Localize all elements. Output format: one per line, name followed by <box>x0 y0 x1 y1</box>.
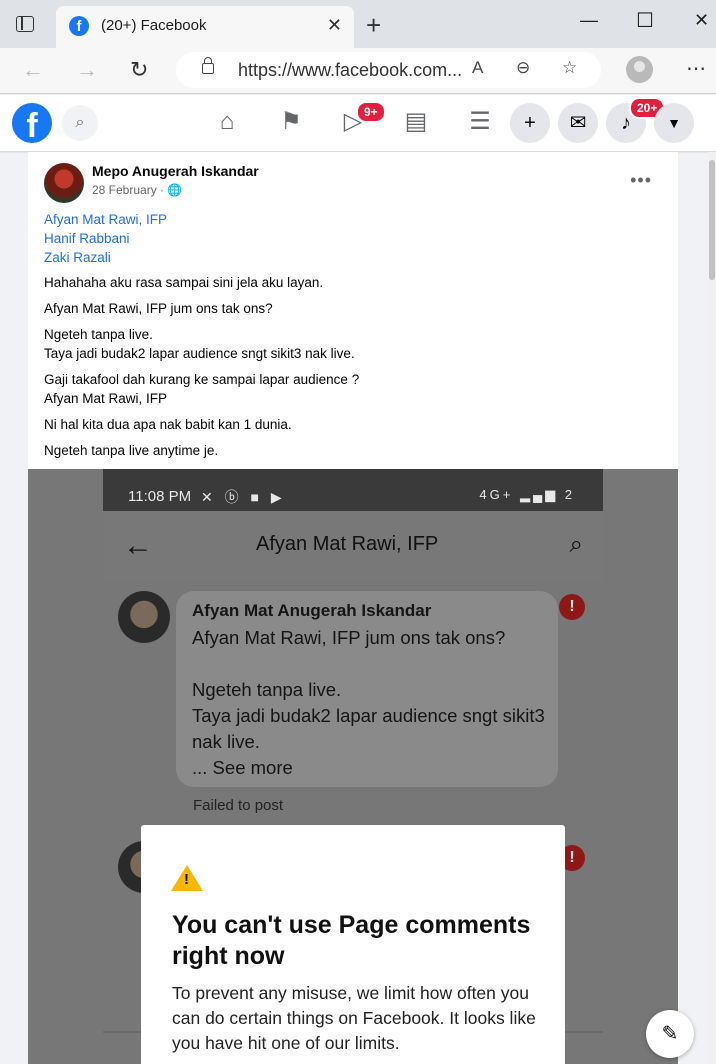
back-icon[interactable]: ← <box>22 57 44 83</box>
browser-tab[interactable]: f (20+) Facebook ✕ <box>56 6 354 48</box>
scrollbar-thumb[interactable] <box>709 160 715 280</box>
marketplace-icon[interactable]: ▤ <box>401 107 431 137</box>
profile-avatar[interactable] <box>626 56 653 83</box>
maximize-button[interactable]: ☐ <box>636 8 654 33</box>
comment-author: Afyan Mat Anugerah Iskandar <box>192 601 432 620</box>
sidebar-toggle-icon[interactable] <box>16 16 34 32</box>
zoom-out-icon[interactable]: ⊖ <box>516 58 530 78</box>
scrollbar[interactable] <box>708 152 716 1064</box>
compose-message-icon[interactable]: ✎ <box>646 1010 694 1058</box>
dialog-body: To prevent any misuse, we limit how ofte… <box>172 983 536 1053</box>
forward-icon[interactable]: → <box>76 57 98 83</box>
address-bar[interactable]: https://www.facebook.com... A ⊖ ☆ <box>176 52 601 88</box>
browser-menu-icon[interactable]: ⋯ <box>686 56 707 81</box>
post-more-icon[interactable]: ••• <box>630 170 652 191</box>
limit-dialog: You can't use Page comments right now To… <box>141 825 565 1064</box>
watch-icon[interactable]: ▷ 9+ <box>338 101 386 137</box>
tagged-link[interactable]: Zaki Razali <box>44 248 167 267</box>
post-paragraph: Ni hal kita dua apa nak babit kan 1 duni… <box>44 417 292 432</box>
post-paragraph: Ngeteh tanpa live anytime je. <box>44 443 219 458</box>
browser-toolbar: ← → ↻ https://www.facebook.com... A ⊖ ☆ … <box>0 48 716 94</box>
minimize-button[interactable]: — <box>580 10 598 31</box>
phone-header-title: Afyan Mat Rawi, IFP <box>256 533 439 555</box>
tab-title: (20+) Facebook <box>101 17 207 34</box>
messenger-icon[interactable]: ✉ <box>558 103 598 143</box>
dialog-title: You can't use Page comments right now <box>172 911 531 970</box>
back-arrow-icon: ← <box>123 529 153 562</box>
error-icon: ! <box>559 594 585 620</box>
post-paragraph: Hahahaha aku rasa sampai sini jela aku l… <box>44 275 324 290</box>
favorites-icon[interactable]: ☆ <box>562 58 577 78</box>
comment-text: Afyan Mat Rawi, IFP jum ons tak ons? Nge… <box>192 627 545 778</box>
create-icon[interactable]: + <box>510 103 550 143</box>
lock-icon[interactable] <box>202 57 214 74</box>
post-date[interactable]: 28 February · 🌐 <box>92 183 182 197</box>
tagged-link[interactable]: Afyan Mat Rawi, IFP <box>44 210 167 229</box>
post-paragraph: Afyan Mat Rawi, IFP jum ons tak ons? <box>44 301 273 316</box>
search-icon: ⌕ <box>569 531 583 558</box>
watch-badge: 9+ <box>356 101 386 123</box>
read-aloud-icon[interactable]: A <box>472 58 483 78</box>
url-text[interactable]: https://www.facebook.com... <box>238 60 462 81</box>
post-paragraph: Ngeteh tanpa live. Taya jadi budak2 lapa… <box>44 327 355 361</box>
browser-titlebar: f (20+) Facebook ✕ + — ☐ ✕ <box>0 0 716 48</box>
pages-flag-icon[interactable]: ⚑ <box>276 107 306 137</box>
new-tab-button[interactable]: + <box>366 10 381 41</box>
menu-icon[interactable]: ☰ <box>465 107 495 137</box>
status-time: 11:08 PM <box>128 488 192 505</box>
warning-icon <box>171 865 203 891</box>
post-author[interactable]: Mepo Anugerah Iskandar <box>92 163 259 179</box>
phone-status-bar: 11:08 PM ✕ ⓑ ■ ▶ 4G+ ▂▄▆ 2 <box>103 469 603 511</box>
home-icon[interactable]: ⌂ <box>212 107 242 137</box>
tagged-list: Afyan Mat Rawi, IFP Hanif Rabbani Zaki R… <box>44 210 167 267</box>
failed-status: Failed to post <box>193 797 284 814</box>
post-paragraph: Gaji takafool dah kurang ke sampai lapar… <box>44 372 360 406</box>
author-avatar[interactable] <box>44 163 84 203</box>
post-card: Mepo Anugerah Iskandar 28 February · 🌐 •… <box>28 152 678 1064</box>
account-dropdown-icon[interactable]: ▼ <box>654 103 694 143</box>
close-window-button[interactable]: ✕ <box>694 10 709 31</box>
phone-header: ← Afyan Mat Rawi, IFP ⌕ <box>103 511 603 581</box>
facebook-navbar: f ⌕ ⌂ ⚑ ▷ 9+ ▤ ☰ + ✉ ♪ 20+ ▼ <box>0 95 716 151</box>
status-right: 4G+ ▂▄▆ 2 <box>479 487 575 502</box>
tagged-link[interactable]: Hanif Rabbani <box>44 229 167 248</box>
facebook-logo[interactable]: f <box>12 103 52 145</box>
facebook-favicon-icon: f <box>69 16 89 36</box>
post-body: Hahahaha aku rasa sampai sini jela aku l… <box>44 273 664 467</box>
comment-bubble: Afyan Mat Anugerah Iskandar Afyan Mat Ra… <box>176 591 558 787</box>
refresh-icon[interactable]: ↻ <box>130 57 148 83</box>
search-icon[interactable]: ⌕ <box>62 105 98 141</box>
commenter-avatar <box>118 591 170 643</box>
status-icons: ✕ ⓑ ■ ▶ <box>201 489 286 505</box>
post-image[interactable]: 11:08 PM ✕ ⓑ ■ ▶ 4G+ ▂▄▆ 2 ← Afyan Mat R… <box>28 469 678 1064</box>
tab-close-icon[interactable]: ✕ <box>327 15 342 36</box>
